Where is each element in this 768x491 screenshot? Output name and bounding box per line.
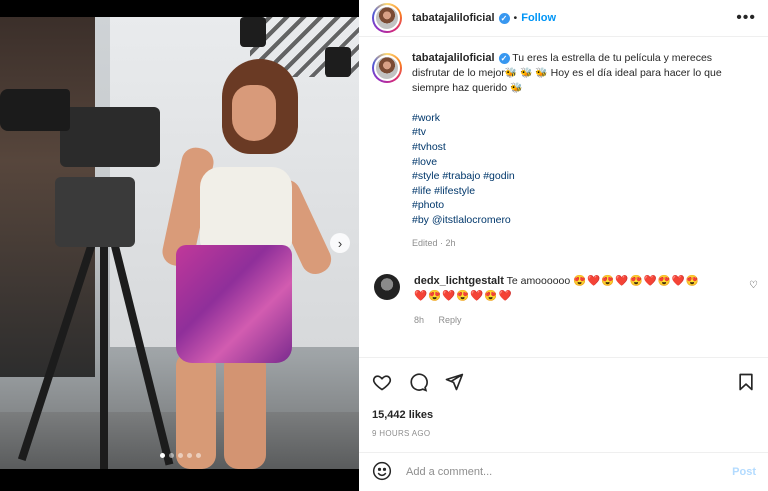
verified-icon: ✓ [498, 53, 510, 64]
carousel-dot [187, 453, 192, 458]
post-caption: tabatajaliloficial ✓ Tu eres la estrella … [359, 37, 768, 250]
hashtag-link[interactable]: #by @itstlalocromero [412, 213, 742, 228]
carousel-next-button[interactable]: › [330, 233, 350, 253]
emoji-icon[interactable] [372, 461, 392, 484]
comment-item: dedx_lichtgestalt Te amoooooo 😍❤️😍❤️😍❤️😍… [359, 250, 768, 328]
comment-time[interactable]: 8h [414, 315, 424, 325]
post-photo[interactable] [0, 17, 359, 469]
edited-label: Edited · 2h [412, 237, 456, 248]
person-leg [224, 352, 266, 469]
camera-head [55, 177, 135, 247]
caption-body: tabatajaliloficial ✓ Tu eres la estrella … [412, 51, 742, 250]
post-timestamp[interactable]: 9 HOURS AGO [372, 429, 756, 438]
hashtag-link[interactable]: #tv [412, 125, 742, 140]
comment-emojis: ❤️😍❤️😍❤️😍❤️ [414, 289, 513, 302]
verified-icon: ✓ [498, 12, 510, 24]
caption-username[interactable]: tabatajaliloficial [412, 52, 495, 64]
post-comment-button[interactable]: Post [732, 466, 756, 478]
avatar[interactable] [372, 53, 402, 83]
person-top [200, 167, 292, 249]
carousel-dot [196, 453, 201, 458]
comment-emojis: 😍❤️😍❤️😍❤️😍❤️😍 [573, 275, 700, 288]
carousel-dot [178, 453, 183, 458]
action-row [372, 372, 756, 395]
hashtag-link[interactable]: #tvhost [412, 140, 742, 155]
camera-body [60, 107, 160, 167]
carousel-dots [160, 453, 201, 458]
action-bar: 15,442 likes 9 HOURS AGO [359, 357, 768, 438]
add-comment-bar: Add a comment... Post [359, 452, 768, 491]
comment-icon[interactable] [408, 372, 428, 395]
reply-button[interactable]: Reply [439, 315, 462, 325]
person-leg [176, 352, 216, 469]
likes-count[interactable]: 15,442 likes [372, 409, 756, 421]
bookmark-icon[interactable] [736, 372, 756, 395]
comment-input[interactable]: Add a comment... [406, 466, 732, 478]
bee-emoji: 🐝 [510, 83, 523, 95]
person-skirt [176, 245, 292, 363]
comment-text: Te amoooooo [506, 275, 571, 288]
more-icon[interactable]: ••• [736, 9, 756, 27]
follow-button[interactable]: Follow [521, 12, 556, 24]
heart-icon[interactable] [372, 372, 392, 395]
share-icon[interactable] [444, 372, 464, 395]
post-panel: tabatajaliloficial ✓ • Follow ••• tabata… [359, 0, 768, 491]
avatar-image [374, 5, 400, 31]
comment-like-icon[interactable]: ♡ [749, 280, 758, 291]
avatar[interactable] [372, 3, 402, 33]
post-media: › [0, 0, 359, 491]
chevron-right-icon: › [337, 235, 343, 251]
carousel-dot [169, 453, 174, 458]
photo-stage-lamp [325, 47, 351, 77]
tripod-leg [100, 222, 108, 469]
avatar[interactable] [374, 274, 400, 301]
hashtag-link[interactable]: #photo [412, 198, 742, 213]
hashtag-list: #work #tv #tvhost #love #style #trabajo … [412, 111, 742, 228]
author-username[interactable]: tabatajaliloficial [412, 12, 495, 24]
photo-stage-lamp [240, 17, 266, 47]
camera-lens [0, 89, 70, 131]
hashtag-link[interactable]: #style #trabajo #godin [412, 169, 742, 184]
comments-section[interactable]: tabatajaliloficial ✓ Tu eres la estrella … [359, 37, 768, 357]
person-face [232, 85, 276, 141]
separator: • [513, 12, 518, 24]
hashtag-link[interactable]: #work [412, 111, 742, 126]
hashtag-link[interactable]: #life #lifestyle [412, 184, 742, 199]
comment-username[interactable]: dedx_lichtgestalt [414, 275, 504, 287]
comment-body: dedx_lichtgestalt Te amoooooo 😍❤️😍❤️😍❤️😍… [414, 274, 724, 328]
carousel-dot [160, 453, 165, 458]
comment-meta: 8h Reply [414, 313, 724, 328]
avatar-image [374, 55, 400, 81]
bee-emoji: 🐝 🐝 🐝 [504, 67, 548, 79]
hashtag-link[interactable]: #love [412, 155, 742, 170]
post-header: tabatajaliloficial ✓ • Follow ••• [359, 0, 768, 37]
